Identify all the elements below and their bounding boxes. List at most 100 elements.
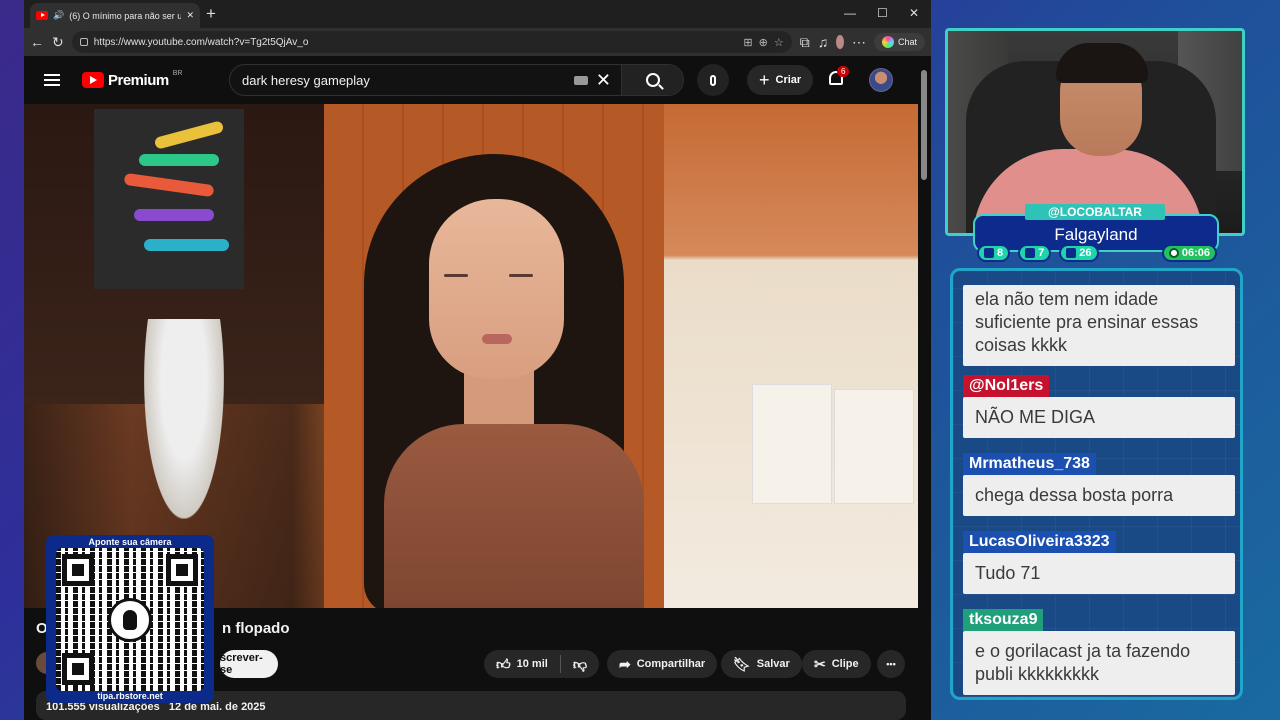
- account-avatar[interactable]: [869, 68, 893, 92]
- streamer-handle: @LOCOBALTAR: [1025, 204, 1165, 220]
- favorite-star-icon[interactable]: ☆: [774, 36, 784, 49]
- video-title-end: n flopado: [222, 620, 290, 637]
- share-icon: ➦: [619, 655, 631, 672]
- youtube-favicon-icon: [36, 11, 48, 20]
- youtube-icon: [1025, 248, 1036, 258]
- presenter-body: [384, 424, 644, 608]
- chat-username: tksouza9: [963, 609, 1044, 631]
- chat-panel: ela não tem nem idade suficiente pra ens…: [950, 268, 1243, 700]
- qr-finder: [62, 653, 94, 685]
- presenter-lips: [482, 334, 512, 344]
- plus-icon: +: [759, 69, 770, 90]
- youtube-logo[interactable]: Premium BR: [82, 69, 183, 89]
- picture-frame: [752, 384, 832, 504]
- reload-icon[interactable]: ↻: [52, 34, 64, 51]
- twitch-count: 8: [997, 247, 1004, 259]
- search-box[interactable]: dark heresy gameplay ✕: [229, 64, 684, 96]
- video-player[interactable]: [24, 104, 918, 608]
- like-divider: [559, 655, 561, 673]
- country-code: BR: [172, 69, 183, 77]
- chat-label: Chat: [897, 37, 917, 47]
- chat-message: @Nol1ers NÃO ME DIGA: [963, 375, 1235, 438]
- more-actions-button[interactable]: •••: [877, 650, 905, 678]
- maximize-button[interactable]: ☐: [877, 6, 888, 20]
- clip-label: Clipe: [831, 658, 859, 670]
- more-options-icon[interactable]: ⋯: [852, 34, 866, 51]
- browser-tab[interactable]: 🔊 (6) O mínimo para não ser um ✕: [30, 3, 200, 28]
- tab-bar: 🔊 (6) O mínimo para não ser um ✕ + — ☐ ✕: [24, 0, 931, 28]
- chat-message: tksouza9 e o gorilacast ja ta fazendo pu…: [963, 609, 1235, 695]
- twitch-icon: [984, 248, 994, 258]
- microphone-head-icon: [108, 598, 152, 642]
- collections-icon[interactable]: ♫: [818, 34, 829, 50]
- app-icon[interactable]: ⊞: [743, 36, 752, 49]
- search-button[interactable]: [621, 65, 683, 95]
- chat-message-text: Tudo 71: [963, 553, 1235, 594]
- clock-icon: [1168, 248, 1179, 258]
- site-info-icon[interactable]: [79, 38, 88, 46]
- chat-message-text: NÃO ME DIGA: [963, 397, 1235, 438]
- close-tab-icon[interactable]: ✕: [186, 10, 194, 21]
- kick-viewers: 26: [1059, 244, 1099, 262]
- youtube-count: 7: [1038, 247, 1045, 259]
- back-icon[interactable]: ←: [30, 34, 44, 50]
- notification-badge: 6: [837, 66, 850, 77]
- chat-message: Mrmatheus_738 chega dessa bosta porra: [963, 453, 1235, 516]
- zoom-icon[interactable]: ⊕: [759, 36, 768, 49]
- presenter-eye: [444, 274, 468, 277]
- streamer-hair: [1056, 43, 1148, 83]
- dislike-icon[interactable]: 👎︎: [573, 656, 587, 673]
- like-count[interactable]: 10 mil: [517, 658, 548, 670]
- speaker-icon[interactable]: 🔊: [53, 10, 64, 21]
- kick-count: 26: [1079, 247, 1092, 259]
- youtube-play-icon: [82, 72, 104, 88]
- extensions-icon[interactable]: ⧉: [800, 34, 810, 51]
- share-button[interactable]: ➦ Compartilhar: [607, 650, 718, 678]
- right-shelf: [664, 104, 918, 608]
- viewer-stats: 8 7 26 06:06: [977, 244, 1217, 262]
- scissors-icon: ✂: [814, 655, 826, 672]
- youtube-header: Premium BR dark heresy gameplay ✕ + Cria…: [24, 56, 931, 104]
- qr-code: [56, 548, 204, 691]
- stream-timer: 06:06: [1161, 244, 1217, 262]
- address-bar[interactable]: https://www.youtube.com/watch?v=Tg2t5QjA…: [71, 31, 792, 53]
- close-window-button[interactable]: ✕: [909, 6, 919, 20]
- chat-username: LucasOliveira3323: [963, 531, 1116, 553]
- menu-icon[interactable]: [44, 74, 60, 86]
- profile-icon[interactable]: [836, 35, 844, 49]
- chat-message: ela não tem nem idade suficiente pra ens…: [963, 285, 1235, 366]
- copilot-icon: [881, 36, 894, 48]
- chat-username: @Nol1ers: [963, 375, 1050, 397]
- presenter-face: [429, 199, 564, 379]
- qr-caption-bottom: tipa.rbstore.net: [97, 691, 163, 701]
- bookmark-icon: 🔖︎: [733, 655, 751, 672]
- youtube-viewers: 7: [1018, 244, 1052, 262]
- statue: [144, 319, 224, 519]
- minimize-button[interactable]: —: [844, 6, 856, 20]
- mic-icon: [710, 74, 716, 86]
- picture-frame: [834, 389, 914, 504]
- voice-search-button[interactable]: [697, 64, 729, 96]
- chat-message-text: e o gorilacast ja ta fazendo publi kkkkk…: [963, 631, 1235, 695]
- url-text: https://www.youtube.com/watch?v=Tg2t5QjA…: [93, 36, 309, 48]
- clear-search-icon[interactable]: ✕: [596, 70, 611, 91]
- like-dislike-group: 👍︎ 10 mil 👎︎: [484, 650, 600, 678]
- search-input[interactable]: dark heresy gameplay: [230, 73, 574, 88]
- new-tab-button[interactable]: +: [206, 4, 216, 24]
- chat-message-text: ela não tem nem idade suficiente pra ens…: [963, 285, 1235, 366]
- save-button[interactable]: 🔖︎ Salvar: [721, 650, 802, 678]
- notifications-button[interactable]: 6: [824, 66, 850, 92]
- presenter-eye: [509, 274, 533, 277]
- timer-value: 06:06: [1181, 247, 1210, 259]
- search-icon: [645, 73, 660, 87]
- clip-button[interactable]: ✂ Clipe: [802, 650, 871, 678]
- page-scrollbar[interactable]: [921, 70, 927, 180]
- create-button[interactable]: + Criar: [747, 65, 814, 95]
- copilot-chat-button[interactable]: Chat: [873, 33, 925, 51]
- chat-message-text: chega dessa bosta porra: [963, 475, 1235, 516]
- like-icon[interactable]: 👍︎: [496, 656, 511, 673]
- subscribe-button[interactable]: screver-se: [220, 650, 278, 678]
- share-label: Compartilhar: [636, 658, 706, 670]
- create-label: Criar: [775, 74, 802, 86]
- keyboard-icon[interactable]: [573, 75, 588, 85]
